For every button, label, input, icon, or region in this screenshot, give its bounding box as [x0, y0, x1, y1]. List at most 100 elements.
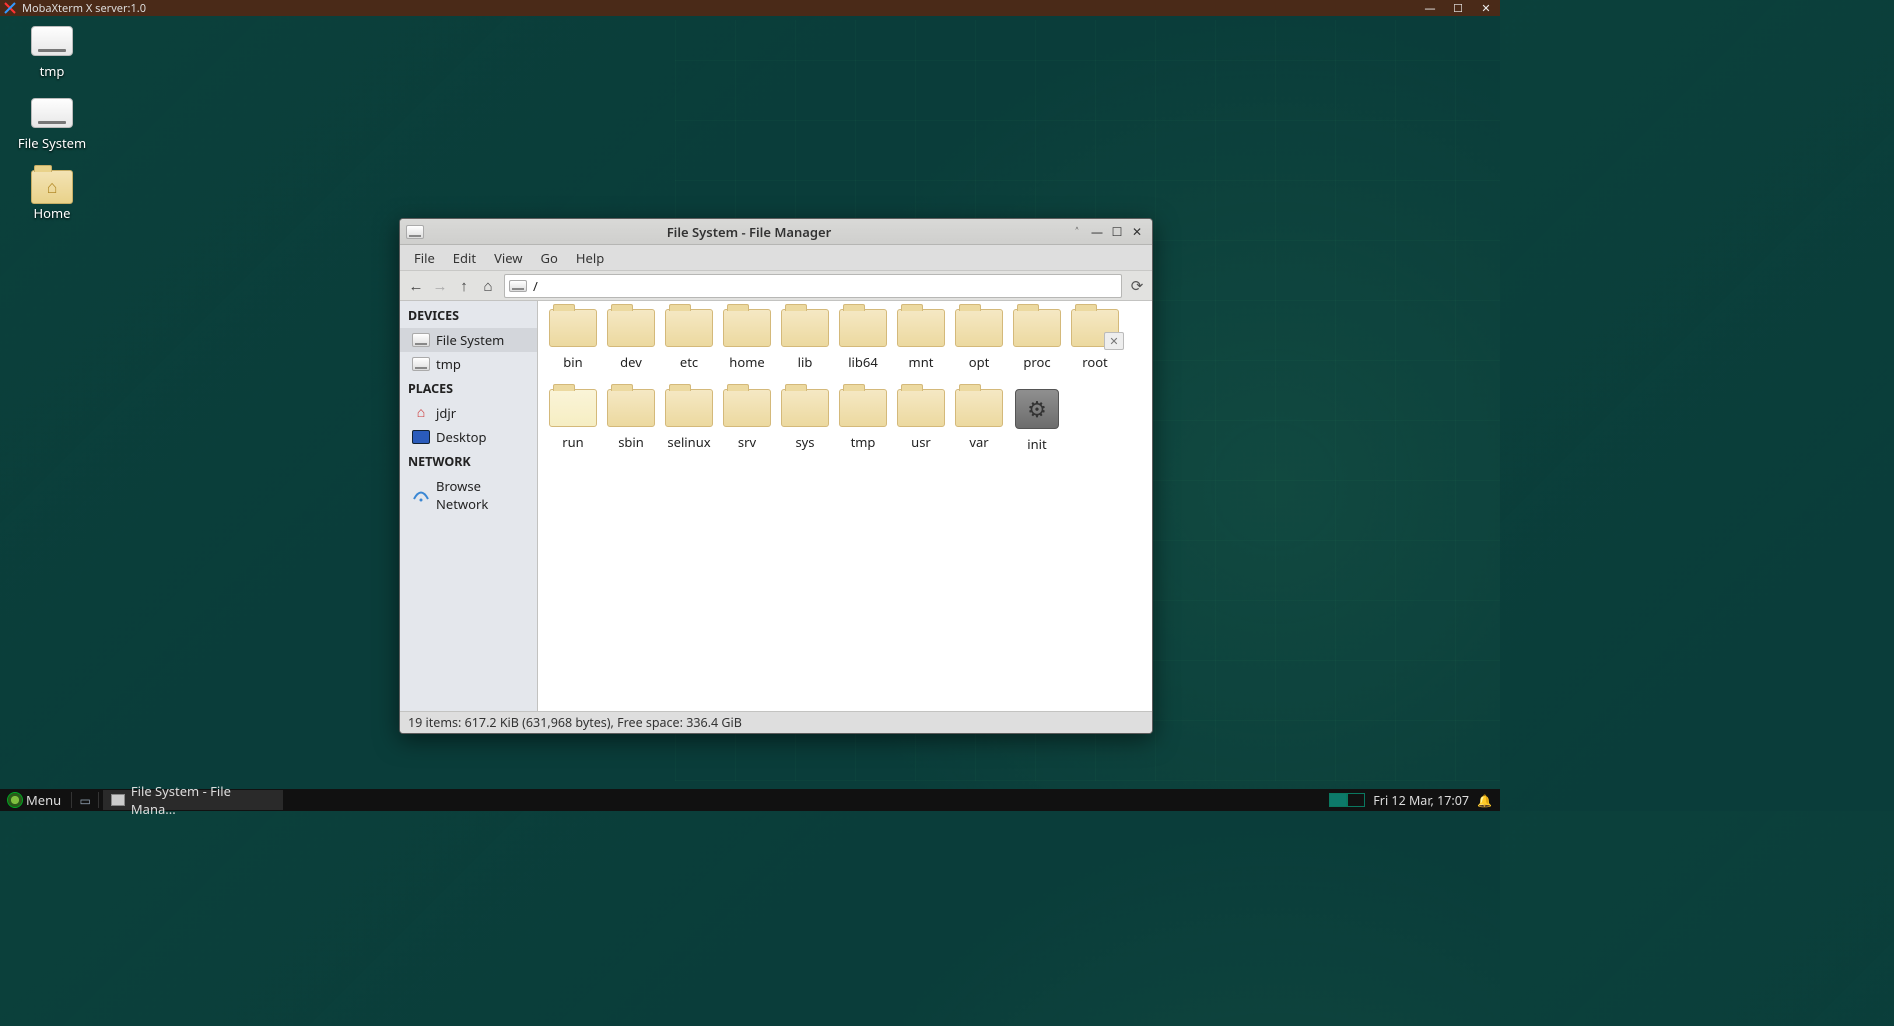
folder-icon — [955, 389, 1003, 427]
xbar-close-button[interactable]: ✕ — [1472, 1, 1500, 16]
taskbar-item-label: File System - File Mana... — [131, 782, 275, 818]
menu-view[interactable]: View — [486, 247, 530, 269]
sidebar-item-jdjr[interactable]: ⌂ jdjr — [400, 401, 537, 425]
refresh-button[interactable]: ⟳ — [1126, 276, 1148, 296]
file-manager-icon — [111, 794, 125, 806]
menu-edit[interactable]: Edit — [445, 247, 484, 269]
file-item-label: mnt — [909, 353, 934, 371]
file-item-label: run — [562, 433, 583, 451]
sidebar-item-desktop[interactable]: Desktop — [400, 425, 537, 449]
file-item-home[interactable]: home — [718, 309, 776, 371]
folder-icon — [1071, 309, 1119, 347]
file-item-selinux[interactable]: selinux — [660, 389, 718, 453]
file-item-init[interactable]: ⚙ init — [1008, 389, 1066, 453]
home-icon: ⌂ — [412, 406, 430, 420]
file-item-sys[interactable]: sys — [776, 389, 834, 453]
desktop-icon-home[interactable]: Home — [12, 170, 92, 222]
nav-back-button[interactable]: ← — [404, 274, 428, 298]
sidebar: DEVICES File System tmp PLACES ⌂ jdjr De… — [400, 301, 538, 711]
desktop: tmp File System Home — [12, 26, 92, 240]
sidebar-item-tmp[interactable]: tmp — [400, 352, 537, 376]
folder-icon — [607, 309, 655, 347]
file-item-label: srv — [738, 433, 756, 451]
window-titlebar[interactable]: File System - File Manager ˄ — ☐ ✕ — [400, 219, 1152, 245]
folder-icon — [723, 389, 771, 427]
file-item-usr[interactable]: usr — [892, 389, 950, 453]
file-item-lib[interactable]: lib — [776, 309, 834, 371]
system-tray: Fri 12 Mar, 17:07 🔔 — [1329, 792, 1500, 809]
file-manager-window: File System - File Manager ˄ — ☐ ✕ File … — [399, 218, 1153, 734]
folder-icon — [549, 309, 597, 347]
sidebar-header-devices: DEVICES — [400, 303, 537, 328]
status-text: 19 items: 617.2 KiB (631,968 bytes), Fre… — [408, 714, 742, 731]
sidebar-item-browse-network[interactable]: Browse Network — [400, 474, 537, 516]
window-shade-button[interactable]: ˄ — [1068, 224, 1086, 240]
start-menu-button[interactable]: Menu — [0, 791, 69, 809]
folder-icon — [897, 389, 945, 427]
sidebar-item-file-system[interactable]: File System — [400, 328, 537, 352]
file-item-label: home — [729, 353, 764, 371]
desktop-icon-file-system[interactable]: File System — [12, 98, 92, 152]
file-item-label: root — [1082, 353, 1108, 371]
file-item-sbin[interactable]: sbin — [602, 389, 660, 453]
network-icon — [412, 488, 430, 502]
x-server-title: MobaXterm X server:1.0 — [22, 1, 146, 16]
folder-icon — [781, 389, 829, 427]
sidebar-header-network: NETWORK — [400, 449, 537, 474]
file-item-tmp[interactable]: tmp — [834, 389, 892, 453]
file-item-root[interactable]: root — [1066, 309, 1124, 371]
file-grid: bin devetchomeliblib64 mntoptproc root run sb… — [538, 301, 1152, 711]
show-desktop-button[interactable]: ▭ — [74, 792, 96, 809]
desktop-icon-tmp[interactable]: tmp — [12, 26, 92, 80]
workspace-switcher[interactable] — [1329, 793, 1365, 807]
desktop-icon-label: File System — [18, 134, 86, 152]
window-close-button[interactable]: ✕ — [1128, 224, 1146, 240]
disk-icon — [406, 225, 424, 239]
home-folder-icon — [31, 170, 73, 204]
separator — [98, 792, 99, 808]
xbar-maximize-button[interactable]: ☐ — [1444, 1, 1472, 16]
menu-help[interactable]: Help — [568, 247, 612, 269]
file-item-bin[interactable]: bin — [544, 309, 602, 371]
menu-go[interactable]: Go — [533, 247, 566, 269]
menu-file[interactable]: File — [406, 247, 443, 269]
file-item-run[interactable]: run — [544, 389, 602, 453]
notifications-icon[interactable]: 🔔 — [1477, 792, 1492, 809]
file-item-label: usr — [911, 433, 931, 451]
nav-up-button[interactable]: ↑ — [452, 274, 476, 298]
taskbar-item-file-manager[interactable]: File System - File Mana... — [103, 790, 283, 810]
sidebar-item-label: File System — [436, 331, 504, 349]
x-server-titlebar: MobaXterm X server:1.0 — ☐ ✕ — [0, 0, 1500, 16]
disk-icon — [31, 26, 73, 56]
menubar: File Edit View Go Help — [400, 245, 1152, 271]
folder-icon — [955, 309, 1003, 347]
desktop-icon — [412, 430, 430, 444]
nav-forward-button[interactable]: → — [428, 274, 452, 298]
location-bar[interactable]: / — [504, 274, 1122, 298]
disk-icon — [412, 357, 430, 371]
file-item-label: sys — [795, 433, 814, 451]
window-minimize-button[interactable]: — — [1088, 224, 1106, 240]
xbar-minimize-button[interactable]: — — [1416, 1, 1444, 16]
file-item-mnt[interactable]: mnt — [892, 309, 950, 371]
window-maximize-button[interactable]: ☐ — [1108, 224, 1126, 240]
disk-icon — [412, 333, 430, 347]
file-item-var[interactable]: var — [950, 389, 1008, 453]
sidebar-item-label: Desktop — [436, 428, 487, 446]
file-item-label: init — [1027, 435, 1046, 453]
nav-home-button[interactable]: ⌂ — [476, 274, 500, 298]
file-item-etc[interactable]: etc — [660, 309, 718, 371]
file-item-proc[interactable]: proc — [1008, 309, 1066, 371]
file-item-lib64[interactable]: lib64 — [834, 309, 892, 371]
disk-icon — [31, 98, 73, 128]
file-item-label: dev — [620, 353, 642, 371]
status-bar: 19 items: 617.2 KiB (631,968 bytes), Fre… — [400, 711, 1152, 733]
file-item-dev[interactable]: dev — [602, 309, 660, 371]
clock[interactable]: Fri 12 Mar, 17:07 — [1373, 792, 1469, 809]
opensuse-logo-icon — [8, 793, 22, 807]
gear-icon: ⚙ — [1015, 389, 1059, 429]
file-item-opt[interactable]: opt — [950, 309, 1008, 371]
file-item-label: selinux — [667, 433, 710, 451]
file-item-srv[interactable]: srv — [718, 389, 776, 453]
file-item-label: bin — [563, 353, 582, 371]
